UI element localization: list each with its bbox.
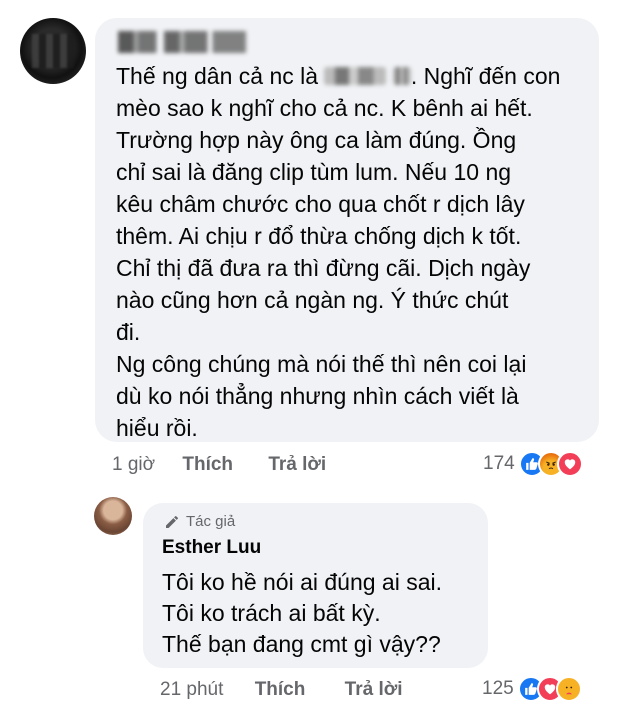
comment-reactions[interactable]: 174 <box>483 451 583 477</box>
comment-meta: 1 giờ Thích Trả lời <box>112 454 326 476</box>
reaction-count: 174 <box>483 453 515 474</box>
blurred-name <box>392 67 411 85</box>
like-button[interactable]: Thích <box>182 454 233 476</box>
blurred-name <box>324 67 387 85</box>
love-icon <box>556 451 583 477</box>
reply-meta: 21 phút Thích Trả lời <box>160 679 403 701</box>
care-icon <box>555 676 582 702</box>
reply-like-button[interactable]: Thích <box>255 679 306 701</box>
reply-author-name[interactable]: Esther Luu <box>162 537 261 559</box>
author-avatar[interactable] <box>94 497 132 535</box>
reply-button[interactable]: Trả lời <box>268 454 326 476</box>
pencil-icon <box>166 515 178 528</box>
reply-text: Tôi ko hề nói ai đúng ai sai. Tôi ko trá… <box>162 569 443 657</box>
badge-label: Tác giả <box>186 513 236 530</box>
commenter-name-blurred[interactable] <box>118 31 246 53</box>
reply-reactions[interactable]: 125 <box>482 676 582 702</box>
author-badge: Tác giả <box>164 513 235 530</box>
reply-reaction-count: 125 <box>482 678 514 699</box>
commenter-avatar[interactable] <box>20 18 86 84</box>
reply-time[interactable]: 21 phút <box>160 679 223 701</box>
comment-text: Thế ng dân cả nc là . Nghĩ đến con mèo s… <box>116 63 561 441</box>
comment-time[interactable]: 1 giờ <box>112 454 155 476</box>
reply-reply-button[interactable]: Trả lời <box>345 679 403 701</box>
